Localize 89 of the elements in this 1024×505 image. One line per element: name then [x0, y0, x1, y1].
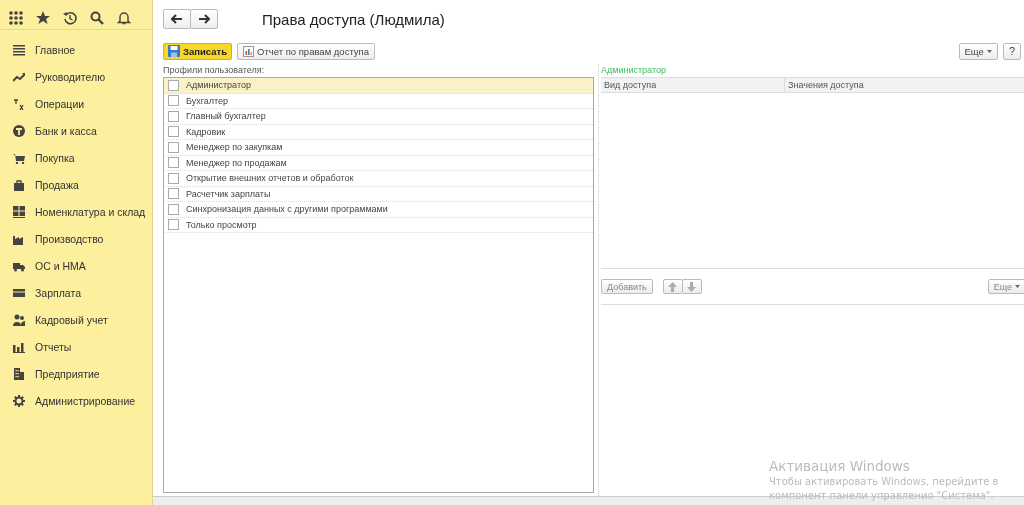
profile-name: Менеджер по закупкам [186, 142, 283, 153]
sidebar-item[interactable]: Продажа [0, 171, 152, 198]
sidebar-item[interactable]: Зарплата [0, 279, 152, 306]
down-arrow-icon [687, 281, 697, 292]
checkbox[interactable] [168, 203, 179, 215]
search-button[interactable] [90, 11, 104, 25]
bell-icon [117, 11, 131, 25]
star-button[interactable] [36, 11, 50, 25]
trend-icon [13, 70, 25, 83]
apps-icon [9, 11, 23, 25]
move-down-button[interactable] [681, 279, 702, 294]
forward-arrow-icon [198, 14, 210, 24]
activation-text: компонент панели управления "Система". [769, 489, 995, 503]
activation-text: Чтобы активировать Windows, перейдите в [769, 475, 999, 489]
table-row[interactable]: Открытие внешних отчетов и обработок [164, 171, 593, 187]
activation-title: Активация Windows [769, 457, 911, 475]
sidebar-item[interactable]: Номенклатура и склад [0, 198, 152, 225]
sidebar-item[interactable]: Банк и касса [0, 117, 152, 144]
people-icon [13, 313, 25, 326]
profile-name: Администратор [186, 80, 251, 91]
table-row[interactable]: Администратор [164, 78, 593, 94]
profile-name: Главный бухгалтер [186, 111, 266, 122]
checkbox[interactable] [168, 172, 179, 184]
checkbox[interactable] [168, 157, 179, 169]
sidebar-item[interactable]: ОС и НМА [0, 252, 152, 279]
save-button[interactable]: Записать [163, 42, 232, 60]
checkbox[interactable] [168, 79, 179, 91]
table-row[interactable]: Главный бухгалтер [164, 109, 593, 125]
sidebar-item[interactable]: Предприятие [0, 360, 152, 387]
checkbox[interactable] [168, 110, 179, 122]
profile-name: Расчетчик зарплаты [186, 188, 271, 199]
back-arrow-icon [171, 14, 183, 24]
table-row[interactable]: Менеджер по закупкам [164, 140, 593, 156]
move-up-button[interactable] [662, 279, 683, 294]
history-icon [63, 11, 77, 25]
grid-icon [13, 205, 25, 218]
checkbox[interactable] [168, 219, 179, 231]
history-button[interactable] [63, 11, 77, 25]
sidebar-item[interactable]: Администрирование [0, 387, 152, 414]
table-row[interactable]: Кадровик [164, 124, 593, 140]
sidebar-item[interactable]: Кадровый учет [0, 306, 152, 333]
coin-icon [13, 124, 25, 137]
more-button[interactable]: Еще [958, 42, 998, 60]
sidebar-item[interactable]: Покупка [0, 144, 152, 171]
cart-icon [13, 151, 25, 164]
checkbox[interactable] [168, 126, 179, 138]
sidebar-item[interactable]: Отчеты [0, 333, 152, 360]
table-row[interactable]: Менеджер по продажам [164, 155, 593, 171]
table-row[interactable]: Расчетчик зарплаты [164, 186, 593, 202]
sidebar-item[interactable]: Производство [0, 225, 152, 252]
checkbox[interactable] [168, 188, 179, 200]
sidebar-item[interactable]: Руководителю [0, 63, 152, 90]
apps-button[interactable] [9, 11, 23, 25]
back-button[interactable] [163, 9, 191, 29]
profile-name: Менеджер по продажам [186, 157, 287, 168]
window-title: Права доступа (Людмила) [262, 10, 445, 28]
profiles-label: Профили пользователя: [163, 64, 266, 77]
search-icon [90, 11, 104, 25]
profile-label: Администратор [601, 64, 667, 77]
table-row[interactable]: Бухгалтер [164, 93, 593, 109]
building-icon [13, 367, 25, 380]
column-header: Значения доступа [787, 79, 865, 92]
profile-name: Синхронизация данных с другими программами [186, 204, 388, 215]
table-row[interactable]: Только просмотр [164, 217, 593, 233]
up-arrow-icon [668, 281, 678, 292]
card-icon [13, 286, 25, 299]
gear-icon [13, 394, 25, 407]
sidebar-item[interactable]: Главное [0, 36, 152, 63]
sidebar-item[interactable]: Операции [0, 90, 152, 117]
checkbox[interactable] [168, 95, 179, 107]
report-button[interactable]: Отчет по правам доступа [237, 42, 376, 60]
column-header: Вид доступа [601, 78, 785, 92]
list-icon [13, 43, 25, 56]
bag-icon [13, 178, 25, 191]
table-row[interactable]: Синхронизация данных с другими программами [164, 202, 593, 218]
profile-name: Только просмотр [186, 219, 257, 230]
checkbox[interactable] [168, 141, 179, 153]
save-icon [168, 45, 180, 57]
profile-name: Бухгалтер [186, 95, 229, 106]
report-icon [243, 45, 254, 57]
profile-name: Кадровик [186, 126, 226, 137]
bar-chart-icon [13, 340, 25, 353]
caret-icon [986, 49, 992, 53]
caret-icon [1015, 285, 1020, 288]
star-icon [36, 11, 50, 25]
bell-button[interactable] [117, 11, 131, 25]
help-button[interactable]: ? [1002, 42, 1021, 60]
profile-name: Открытие внешних отчетов и обработок [186, 173, 354, 184]
forward-button[interactable] [190, 9, 218, 29]
